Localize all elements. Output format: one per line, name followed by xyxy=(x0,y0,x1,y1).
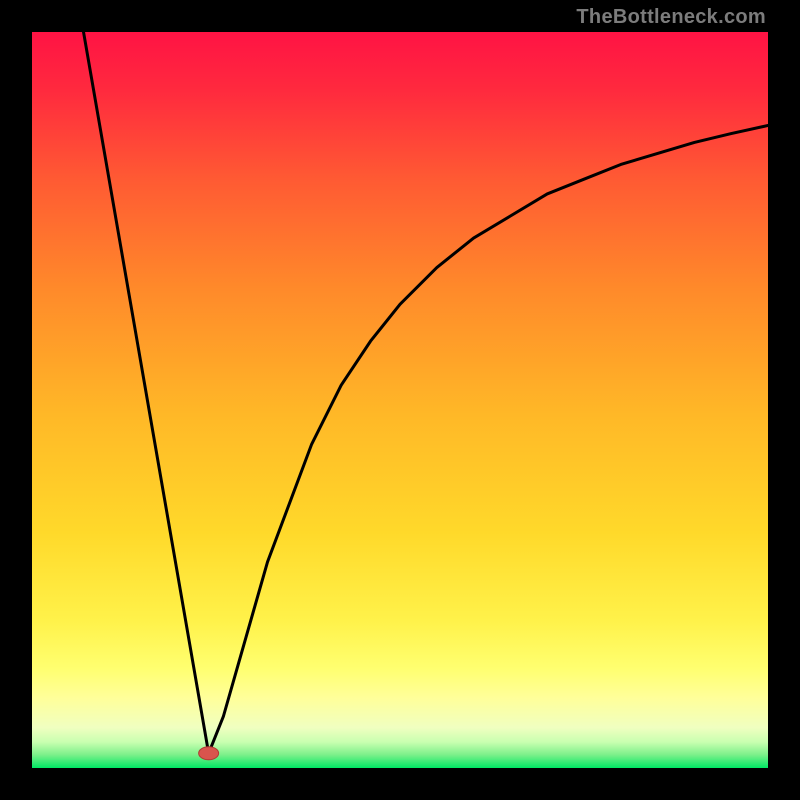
chart-svg xyxy=(32,32,768,768)
attribution-label: TheBottleneck.com xyxy=(576,6,766,29)
plot-area xyxy=(32,32,768,768)
minimum-marker xyxy=(199,747,219,760)
gradient-background xyxy=(32,32,768,768)
chart-frame: TheBottleneck.com xyxy=(0,0,800,800)
